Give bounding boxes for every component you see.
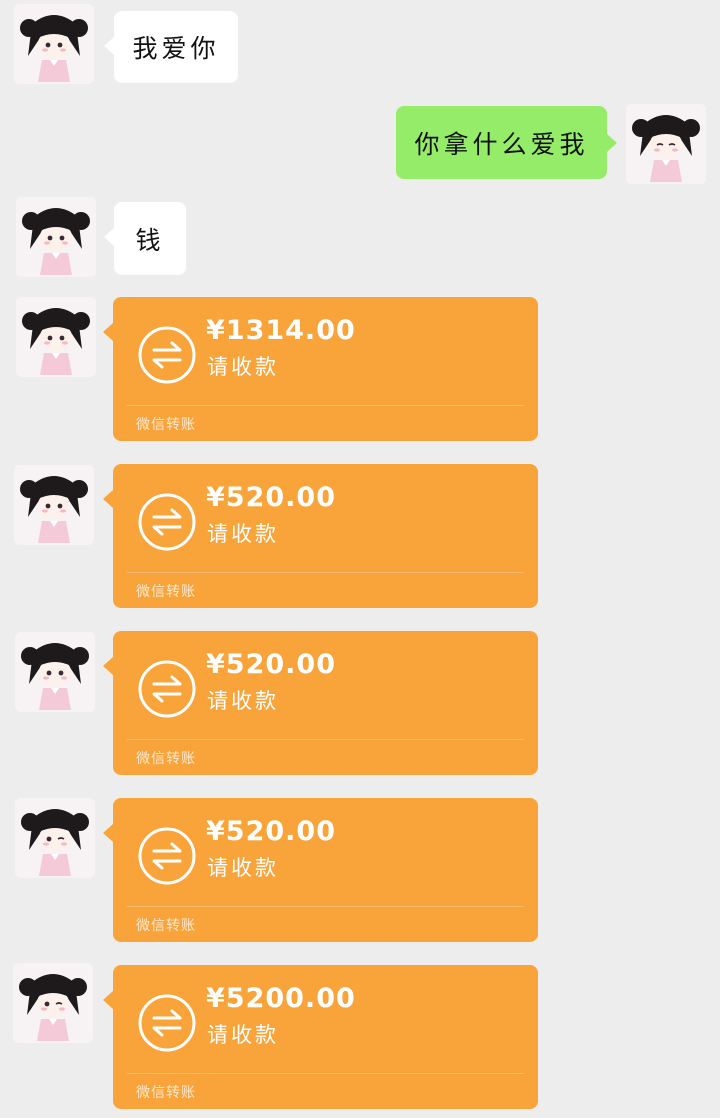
transfer-status: 请收款 (207, 1023, 279, 1047)
transfer-card[interactable]: ¥520.00 请收款 微信转账 (103, 798, 538, 942)
anime-girl-avatar-icon (15, 632, 95, 712)
avatar-contact[interactable] (13, 963, 93, 1043)
transfer-label: 微信转账 (136, 584, 196, 600)
transfer-card[interactable]: ¥520.00 请收款 微信转账 (103, 464, 538, 608)
transfer-amount: ¥1314.00 (206, 315, 356, 346)
transfer-amount: ¥520.00 (206, 649, 336, 680)
avatar-contact[interactable] (16, 197, 96, 277)
transfer-status: 请收款 (207, 355, 279, 379)
anime-girl-avatar-icon (16, 297, 96, 377)
transfer-label: 微信转账 (136, 918, 196, 934)
avatar-contact[interactable] (14, 465, 94, 545)
transfer-card[interactable]: ¥5200.00 请收款 微信转账 (103, 965, 538, 1109)
transfer-status: 请收款 (207, 856, 279, 880)
anime-girl-avatar-icon (13, 963, 93, 1043)
message-text: 你拿什么爱我 (414, 129, 589, 159)
transfer-label: 微信转账 (136, 751, 196, 767)
transfer-amount: ¥520.00 (206, 816, 336, 847)
anime-girl-avatar-icon (14, 465, 94, 545)
transfer-status: 请收款 (207, 522, 279, 546)
divider (127, 739, 524, 740)
message-text: 钱 (135, 225, 165, 255)
avatar-contact[interactable] (15, 632, 95, 712)
anime-girl-avatar-icon (14, 4, 94, 84)
transfer-arrows-icon (138, 827, 196, 885)
transfer-arrows-icon (138, 660, 196, 718)
divider (127, 572, 524, 573)
transfer-card[interactable]: ¥520.00 请收款 微信转账 (103, 631, 538, 775)
transfer-amount: ¥5200.00 (206, 983, 356, 1014)
avatar-self[interactable] (626, 104, 706, 184)
transfer-amount: ¥520.00 (206, 482, 336, 513)
divider (127, 1073, 524, 1074)
message-bubble-sent[interactable]: 你拿什么爱我 (396, 106, 617, 179)
avatar-contact[interactable] (15, 798, 95, 878)
divider (127, 906, 524, 907)
divider (127, 405, 524, 406)
anime-girl-avatar-icon (15, 798, 95, 878)
transfer-arrows-icon (138, 326, 196, 384)
message-bubble-received[interactable]: 钱 (104, 202, 186, 275)
chat-conversation: 我爱你 你拿什么爱我 钱 ¥1314.00 请收款 微信转账 ¥520.00 请… (0, 0, 720, 1118)
avatar-contact[interactable] (16, 297, 96, 377)
avatar-contact[interactable] (14, 4, 94, 84)
transfer-arrows-icon (138, 994, 196, 1052)
anime-girl-avatar-icon (626, 104, 706, 184)
message-bubble-received[interactable]: 我爱你 (104, 11, 238, 83)
transfer-arrows-icon (138, 493, 196, 551)
transfer-card[interactable]: ¥1314.00 请收款 微信转账 (103, 297, 538, 441)
anime-girl-avatar-icon (16, 197, 96, 277)
transfer-label: 微信转账 (136, 1085, 196, 1101)
message-text: 我爱你 (132, 34, 220, 63)
transfer-status: 请收款 (207, 689, 279, 713)
transfer-label: 微信转账 (136, 417, 196, 433)
